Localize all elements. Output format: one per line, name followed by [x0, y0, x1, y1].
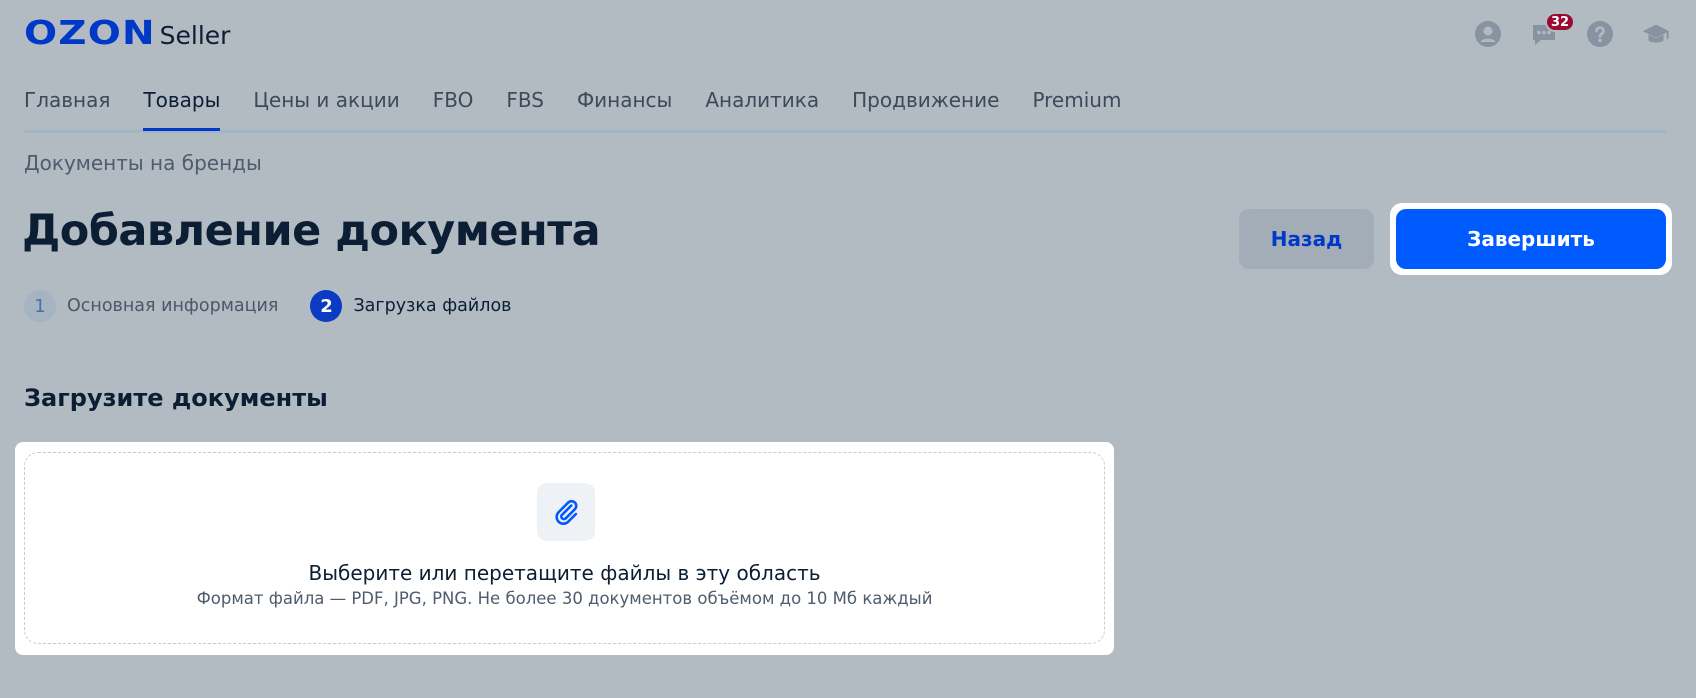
- step-file-upload[interactable]: 2 Загрузка файлов: [310, 290, 511, 322]
- chat-unread-badge: 32: [1545, 12, 1576, 32]
- page-title: Добавление документа: [22, 206, 601, 256]
- finish-button[interactable]: Завершить: [1396, 209, 1666, 269]
- step-label: Основная информация: [67, 296, 279, 316]
- header-actions: 32: [1474, 12, 1670, 48]
- chat-icon[interactable]: 32: [1530, 12, 1576, 48]
- nav-item-prices[interactable]: Цены и акции: [253, 86, 399, 128]
- back-button[interactable]: Назад: [1239, 209, 1374, 269]
- upload-card: Выберите или перетащите файлы в эту обла…: [15, 442, 1114, 655]
- nav-item-products[interactable]: Товары: [143, 86, 220, 131]
- stepper: 1 Основная информация 2 Загрузка файлов: [24, 290, 543, 322]
- file-dropzone[interactable]: Выберите или перетащите файлы в эту обла…: [24, 452, 1105, 644]
- breadcrumb[interactable]: Документы на бренды: [24, 151, 262, 175]
- nav-item-premium[interactable]: Premium: [1032, 86, 1121, 128]
- step-number: 1: [24, 290, 56, 322]
- dropzone-title: Выберите или перетащите файлы в эту обла…: [308, 561, 821, 585]
- dropzone-hint: Формат файла — PDF, JPG, PNG. Не более 3…: [196, 589, 933, 608]
- education-icon[interactable]: [1642, 20, 1670, 48]
- nav-item-promotion[interactable]: Продвижение: [852, 86, 999, 128]
- nav-item-analytics[interactable]: Аналитика: [705, 86, 819, 128]
- nav-item-fbo[interactable]: FBO: [433, 86, 474, 128]
- profile-icon[interactable]: [1474, 20, 1502, 48]
- upload-section-title: Загрузите документы: [24, 384, 328, 412]
- step-number: 2: [310, 290, 343, 322]
- main-nav: Главная Товары Цены и акции FBO FBS Фина…: [24, 86, 1666, 133]
- nav-item-finance[interactable]: Финансы: [577, 86, 672, 128]
- ozon-seller-logo[interactable]: OZON Seller: [24, 16, 230, 49]
- step-basic-info[interactable]: 1 Основная информация: [24, 290, 278, 322]
- step-label: Загрузка файлов: [353, 296, 512, 316]
- logo-brand: OZON: [24, 13, 156, 52]
- paperclip-icon[interactable]: [537, 483, 595, 541]
- nav-item-home[interactable]: Главная: [24, 86, 110, 128]
- finish-button-highlight: Завершить: [1390, 203, 1672, 275]
- help-icon[interactable]: [1586, 20, 1614, 48]
- logo-product: Seller: [159, 21, 231, 50]
- nav-item-fbs[interactable]: FBS: [506, 86, 544, 128]
